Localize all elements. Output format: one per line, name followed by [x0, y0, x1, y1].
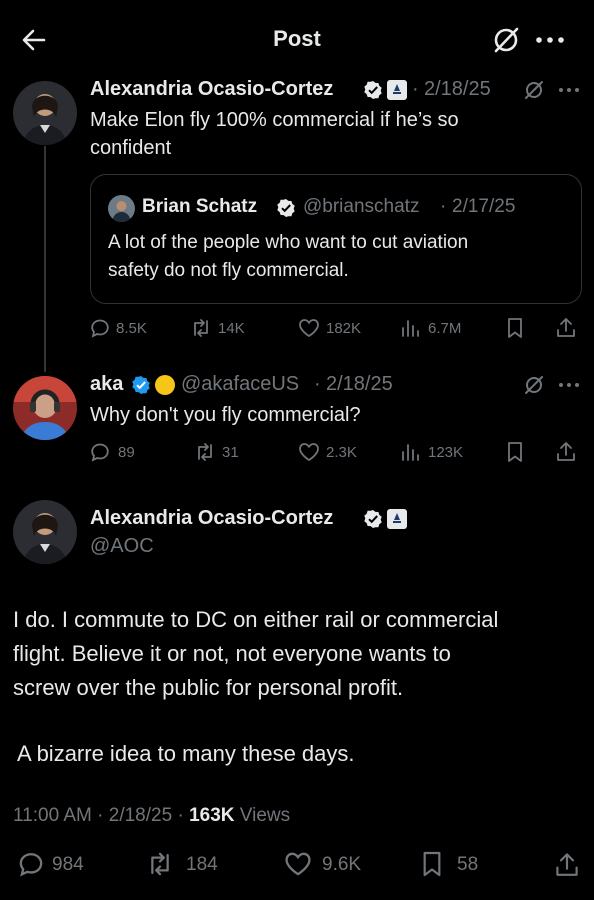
tweet-metadata: 11:00 AM · 2/18/25 · 163K Views: [13, 805, 290, 827]
bookmark-count: 58: [457, 854, 479, 875]
share-icon[interactable]: [555, 850, 579, 878]
quoted-text-line: safety do not fly commercial.: [108, 260, 349, 281]
grok-icon[interactable]: [524, 80, 544, 100]
avatar[interactable]: [13, 376, 77, 440]
more-options-icon[interactable]: [534, 32, 566, 48]
retweet-count: 184: [186, 854, 218, 875]
like-count: 182K: [326, 320, 362, 337]
reply-count: 89: [118, 444, 135, 461]
grok-icon[interactable]: [492, 26, 520, 54]
retweet-icon[interactable]: [146, 851, 174, 877]
retweet-icon[interactable]: [190, 318, 212, 338]
government-badge-icon: [387, 80, 407, 100]
views-icon[interactable]: [400, 318, 422, 338]
tweet-date[interactable]: 2/18/25: [424, 78, 491, 101]
dot-separator: ·: [314, 373, 321, 395]
tweet-handle[interactable]: @AOC: [90, 535, 154, 558]
tweet-handle[interactable]: @akafaceUS: [181, 373, 299, 396]
tweet-text-line: screw over the public for personal profi…: [13, 675, 404, 700]
quoted-date: 2/17/25: [452, 196, 516, 217]
tweet-author-name[interactable]: Alexandria Ocasio-Cortez: [90, 507, 333, 530]
views-count: 163K: [189, 805, 235, 826]
tweet-author-name[interactable]: Alexandria Ocasio-Cortez: [90, 78, 333, 101]
verified-badge-icon: [276, 198, 296, 218]
reply-icon[interactable]: [90, 442, 110, 462]
quoted-author-name: Brian Schatz: [142, 196, 258, 217]
bookmark-icon[interactable]: [506, 441, 524, 463]
avatar[interactable]: [13, 500, 77, 564]
affiliate-badge-icon: [155, 375, 175, 395]
bookmark-icon[interactable]: [506, 317, 524, 339]
verified-badge-icon: [363, 509, 383, 529]
reply-count: 8.5K: [116, 320, 147, 337]
tweet-text-line: A bizarre idea to many these days.: [17, 741, 355, 766]
dot-separator: ·: [97, 805, 104, 826]
tweet-time[interactable]: 11:00 AM: [13, 805, 92, 826]
avatar: [108, 195, 135, 222]
reply-count: 984: [52, 854, 84, 875]
share-icon[interactable]: [556, 440, 576, 462]
like-count: 9.6K: [322, 854, 362, 875]
tweet-date[interactable]: 2/18/25: [109, 805, 172, 826]
like-count: 2.3K: [326, 444, 357, 461]
tweet-text-line: confident: [90, 137, 172, 159]
tweet-date[interactable]: 2/18/25: [326, 373, 393, 396]
dot-separator: ·: [440, 196, 447, 217]
tweet-text-line: Make Elon fly 100% commercial if he’s so: [90, 109, 459, 131]
government-badge-icon: [387, 509, 407, 529]
dot-separator: ·: [177, 805, 184, 826]
thread-connector-line: [44, 146, 46, 372]
retweet-count: 14K: [218, 320, 245, 337]
tweet-text-line: flight. Believe it or not, not everyone …: [13, 641, 451, 666]
tweet-text-line: I do. I commute to DC on either rail or …: [13, 607, 499, 632]
retweet-count: 31: [222, 444, 239, 461]
like-icon[interactable]: [298, 318, 320, 338]
more-options-icon[interactable]: [558, 381, 580, 389]
views-label: Views: [239, 805, 291, 826]
like-icon[interactable]: [298, 442, 320, 462]
more-options-icon[interactable]: [558, 86, 580, 94]
share-icon[interactable]: [556, 316, 576, 338]
verified-badge-icon: [131, 375, 151, 395]
verified-badge-icon: [363, 80, 383, 100]
reply-icon[interactable]: [90, 318, 110, 338]
like-icon[interactable]: [284, 851, 312, 877]
avatar[interactable]: [13, 81, 77, 145]
reply-icon[interactable]: [18, 851, 44, 877]
views-count: 6.7M: [428, 320, 462, 337]
quoted-handle: @brianschatz: [303, 196, 420, 217]
tweet-author-name[interactable]: aka: [90, 373, 123, 396]
retweet-icon[interactable]: [194, 442, 216, 462]
views-count: 123K: [428, 444, 464, 461]
tweet-text: Why don't you fly commercial?: [90, 404, 361, 426]
dot-separator: ·: [412, 78, 419, 100]
quoted-text-line: A lot of the people who want to cut avia…: [108, 232, 469, 253]
bookmark-icon[interactable]: [421, 850, 443, 878]
grok-icon[interactable]: [524, 375, 544, 395]
views-icon[interactable]: [400, 442, 422, 462]
